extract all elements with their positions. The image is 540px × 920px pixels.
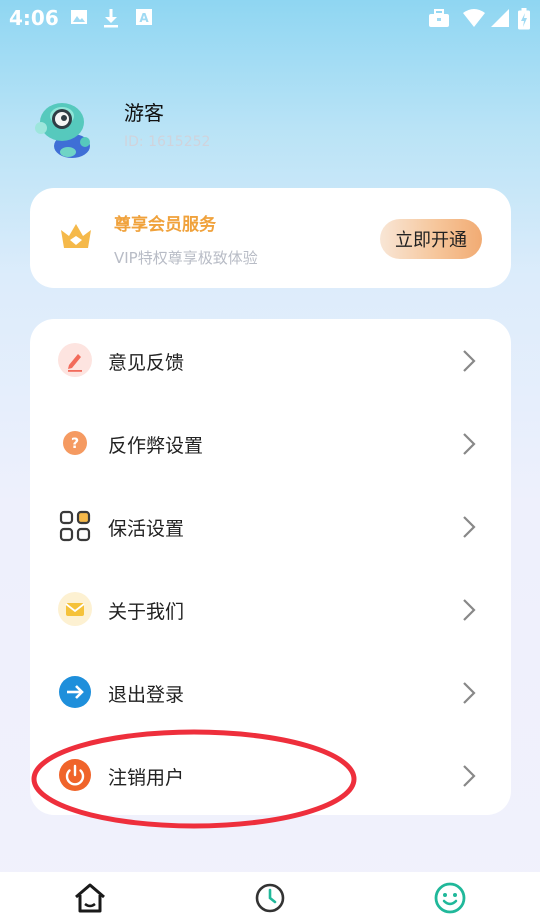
download-icon xyxy=(104,9,118,28)
briefcase-icon xyxy=(429,9,449,27)
smile-icon[interactable] xyxy=(432,880,468,916)
menu-item-keep-alive[interactable]: 保活设置 xyxy=(30,485,511,568)
bottom-nav xyxy=(0,872,540,920)
menu-item-logout[interactable]: 退出登录 xyxy=(30,651,511,734)
menu-item-delete-account[interactable]: 注销用户 xyxy=(30,734,511,817)
arrow-right-icon xyxy=(59,676,91,708)
feedback-pen-icon xyxy=(58,343,92,377)
menu-item-about-us[interactable]: 关于我们 xyxy=(30,568,511,651)
username: 游客 xyxy=(124,101,164,125)
power-icon xyxy=(59,759,91,791)
user-id: ID: 1615252 xyxy=(124,134,211,150)
chevron-right-icon xyxy=(463,350,476,372)
chevron-right-icon xyxy=(463,516,476,538)
wifi-icon xyxy=(463,9,485,27)
status-time: 4:06 xyxy=(9,6,59,30)
home-icon[interactable] xyxy=(72,880,108,916)
svg-text:A: A xyxy=(139,11,149,25)
question-icon: ? xyxy=(63,431,87,455)
chevron-right-icon xyxy=(463,765,476,787)
chevron-right-icon xyxy=(463,599,476,621)
settings-menu: 意见反馈 ? 反作弊设置 保活设置 关于我们 退出登录 注销用户 xyxy=(30,319,511,815)
menu-item-anti-cheat[interactable]: ? 反作弊设置 xyxy=(30,402,511,485)
envelope-icon xyxy=(58,592,92,626)
signal-icon xyxy=(491,9,509,27)
menu-item-feedback[interactable]: 意见反馈 xyxy=(30,319,511,402)
menu-label: 意见反馈 xyxy=(108,352,185,374)
vip-subtitle: VIP特权尊享极致体验 xyxy=(114,249,258,267)
battery-icon xyxy=(518,8,530,30)
vip-title: 尊享会员服务 xyxy=(114,215,216,235)
image-icon xyxy=(71,10,87,24)
status-bar: 4:06 A xyxy=(0,0,540,38)
menu-label: 注销用户 xyxy=(108,767,185,789)
svg-text:?: ? xyxy=(71,436,79,452)
avatar[interactable] xyxy=(32,96,98,162)
font-icon: A xyxy=(136,9,152,25)
menu-label: 关于我们 xyxy=(108,601,185,623)
vip-card[interactable]: 尊享会员服务 VIP特权尊享极致体验 立即开通 xyxy=(30,188,511,288)
activate-vip-button[interactable]: 立即开通 xyxy=(380,219,482,259)
menu-label: 反作弊设置 xyxy=(108,435,204,457)
menu-label: 退出登录 xyxy=(108,684,185,706)
clock-icon[interactable] xyxy=(252,880,288,916)
chevron-right-icon xyxy=(463,682,476,704)
grid-icon xyxy=(59,510,91,542)
menu-label: 保活设置 xyxy=(108,518,185,540)
chevron-right-icon xyxy=(463,433,476,455)
crown-icon xyxy=(61,224,91,248)
